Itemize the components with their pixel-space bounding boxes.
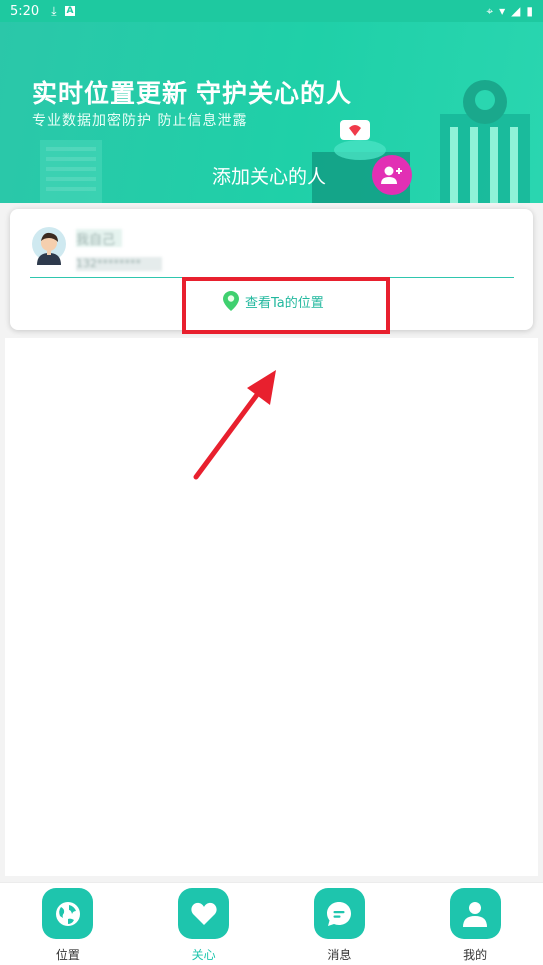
chat-icon (313, 888, 365, 939)
annotation-highlight-box (182, 277, 390, 334)
avatar (32, 227, 66, 265)
battery-icon: ▮ (526, 4, 533, 18)
heart-icon (178, 888, 230, 939)
wifi-icon: ▾ (499, 4, 506, 18)
annotation-arrow (193, 370, 276, 480)
add-person-label[interactable]: 添加关心的人 (212, 162, 326, 189)
banner-subtitle: 专业数据加密防护 防止信息泄露 (32, 113, 248, 129)
contact-name: 我自己 (76, 229, 122, 248)
globe-icon (42, 888, 94, 939)
hero-banner: 实时位置更新 守护关心的人 专业数据加密防护 防止信息泄露 添加关心的人 (0, 22, 543, 203)
banner-title: 实时位置更新 守护关心的人 (32, 80, 352, 108)
status-bar: 5:20 ⤓ A ⌖ ▾ ◢ ▮ (0, 0, 543, 22)
nav-label-care: 关心 (191, 948, 216, 962)
contact-phone: 132******** (76, 257, 162, 271)
status-time: 5:20 (10, 3, 40, 19)
signal-icon: ◢ (511, 4, 521, 18)
nav-item-messages[interactable]: 消息 (299, 883, 379, 965)
nav-item-care[interactable]: 关心 (164, 883, 244, 965)
app-screen: 5:20 ⤓ A ⌖ ▾ ◢ ▮ 实时位置更新 守护关心的人 专业数据加密防护 … (0, 0, 543, 965)
nav-label-location: 位置 (55, 948, 80, 962)
nav-label-messages: 消息 (327, 948, 352, 962)
nav-item-me[interactable]: 我的 (435, 883, 515, 965)
a-badge-icon: A (64, 6, 76, 16)
add-person-button[interactable] (372, 155, 412, 195)
user-icon (449, 888, 501, 939)
nav-item-location[interactable]: 位置 (28, 883, 108, 965)
location-icon: ⌖ (486, 3, 494, 18)
download-icon: ⤓ (51, 3, 57, 18)
add-person-icon (381, 166, 402, 184)
bottom-navigation: 位置 关心 消息 我的 (0, 882, 543, 965)
nav-label-me: 我的 (463, 948, 488, 962)
